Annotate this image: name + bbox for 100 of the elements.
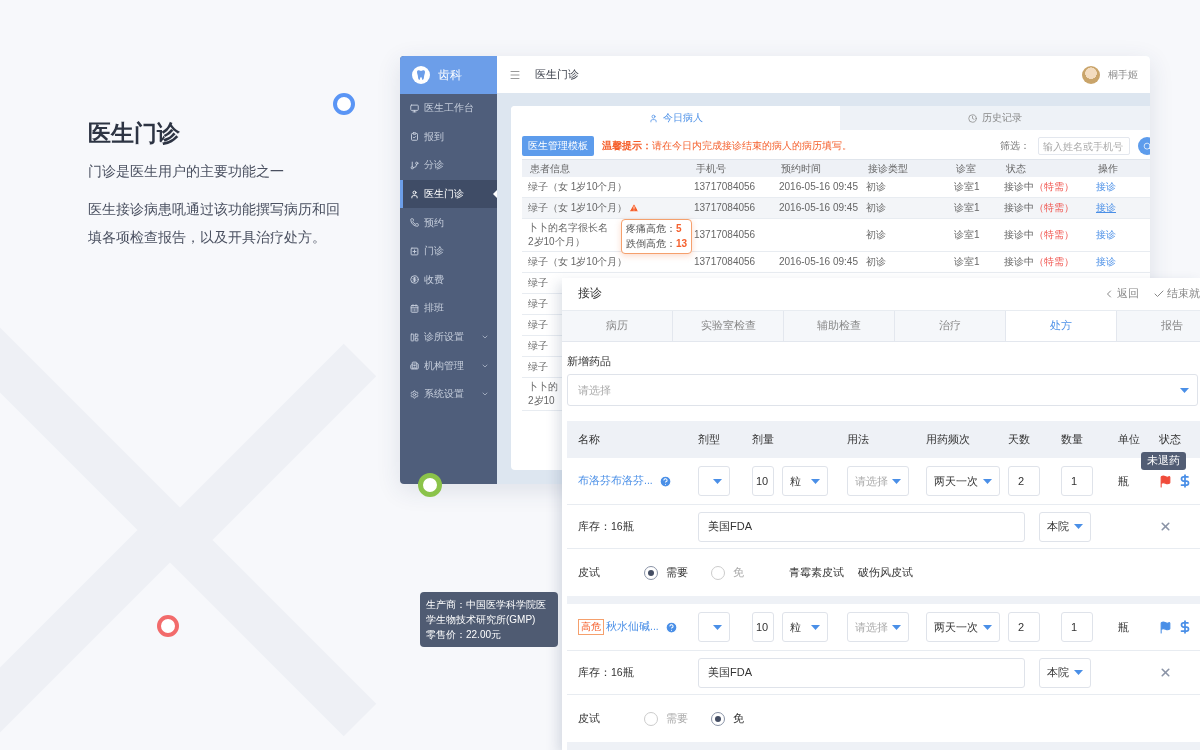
tab[interactable]: 报告: [1117, 310, 1200, 341]
person-icon: [648, 113, 658, 123]
radio-option[interactable]: 需要: [644, 711, 711, 726]
patient-name: 绿子: [528, 360, 548, 374]
close-icon[interactable]: [1159, 520, 1172, 533]
sidebar-item[interactable]: 系统设置: [400, 379, 497, 409]
drug-name-link[interactable]: 布洛芬布洛芬...: [578, 474, 653, 488]
sidebar-item[interactable]: 诊所设置: [400, 322, 497, 352]
column-header: 预约时间: [773, 159, 860, 177]
sidebar-item[interactable]: 门诊: [400, 236, 497, 266]
patient-name: 卜卜的 2岁10: [528, 380, 558, 408]
admit-link[interactable]: 接诊: [1096, 180, 1116, 194]
dose-unit-select[interactable]: 粒: [782, 466, 828, 496]
clock-icon: [968, 113, 977, 123]
tab[interactable]: 病历: [562, 310, 673, 341]
sidebar-item[interactable]: 报到: [400, 122, 497, 152]
admit-link[interactable]: 接诊: [1096, 255, 1116, 269]
table-cell: 2016-05-16 09:45: [779, 180, 858, 194]
unit-text: 瓶: [1118, 473, 1129, 489]
tab[interactable]: 历史记录: [840, 106, 1150, 130]
status-text: 接诊中（特需）: [1004, 180, 1074, 194]
dosage-form-select[interactable]: [698, 612, 730, 642]
field-label: 新增药品: [567, 354, 612, 369]
ring-decoration: [418, 473, 442, 497]
patient-name: 绿子: [528, 339, 548, 353]
drug-name-link[interactable]: 秋水仙碱...: [606, 620, 659, 634]
caret-icon: [983, 624, 992, 630]
origin-field[interactable]: 美国FDA: [698, 511, 1025, 542]
sidebar-item[interactable]: 医生工作台: [400, 94, 497, 123]
table-cell: 诊室1: [954, 201, 980, 215]
caret-icon: [1180, 387, 1189, 393]
caret-icon: [1074, 524, 1083, 529]
tab[interactable]: 实验室检查: [673, 310, 784, 341]
days-field[interactable]: 2: [1008, 612, 1040, 642]
origin-field[interactable]: 美国FDA: [698, 657, 1025, 688]
column-header: 剂型: [687, 421, 741, 458]
search-field[interactable]: 输入姓名或手机号: [1038, 137, 1130, 155]
menu-icon[interactable]: [509, 68, 521, 81]
days-field[interactable]: 2: [1008, 466, 1040, 496]
column-header: 手机号: [688, 159, 773, 177]
table-cell: 诊室1: [954, 180, 980, 194]
dose-field[interactable]: 10: [752, 466, 774, 496]
sidebar-item[interactable]: 排班: [400, 294, 497, 323]
sidebar-item[interactable]: 机构管理: [400, 351, 497, 380]
sidebar-item[interactable]: 分诊: [400, 151, 497, 180]
tab[interactable]: 辅助检查: [784, 310, 895, 341]
flag-icon[interactable]: [1159, 620, 1172, 634]
quantity-field[interactable]: 1: [1061, 612, 1093, 642]
dollar-icon[interactable]: [1178, 620, 1192, 634]
dosage-form-select[interactable]: [698, 466, 730, 496]
radio-option[interactable]: 需要: [644, 565, 711, 580]
status-text: 接诊中（特需）: [1004, 228, 1074, 242]
quantity-field[interactable]: 1: [1061, 466, 1093, 496]
intro-text: 医生接诊病患吼通过该功能撰写病历和回填各项检查报告，以及开具治疗处方。: [88, 200, 341, 247]
dose-field[interactable]: 10: [752, 612, 774, 642]
back-button[interactable]: 返回: [1103, 286, 1139, 301]
radio-option[interactable]: 免: [711, 565, 778, 580]
frequency-select[interactable]: 两天一次: [926, 466, 1000, 496]
caret-icon: [713, 624, 722, 630]
caret-icon: [892, 624, 901, 630]
table-cell: 13717084056: [694, 228, 756, 242]
sidebar-item[interactable]: 收费: [400, 265, 497, 295]
column-header: 操作: [1090, 159, 1150, 177]
finish-button[interactable]: 结束就: [1153, 286, 1200, 301]
close-icon[interactable]: [1159, 666, 1172, 679]
user-name: 桐手姬: [1108, 67, 1138, 82]
sidebar-item[interactable]: 医生门诊: [400, 179, 497, 209]
template-button[interactable]: 医生管理模板: [522, 136, 594, 156]
user-avatar[interactable]: [1082, 65, 1100, 84]
price-text: 零售价：22.00元: [426, 628, 503, 642]
notice-text: 温馨提示：请在今日内完成接诊结束的病人的病历填写。: [602, 139, 853, 153]
stock-text: 库存：16瓶: [578, 665, 635, 680]
usage-select[interactable]: 请选择: [847, 466, 909, 496]
unit-text: 瓶: [1118, 619, 1129, 635]
caret-icon: [1074, 670, 1083, 675]
source-select[interactable]: 本院: [1039, 511, 1091, 542]
caret-icon: [983, 478, 992, 484]
intro-title: 医生门诊: [88, 119, 181, 148]
stock-text: 库存：16瓶: [578, 519, 635, 534]
caret-icon: [892, 478, 901, 484]
sidebar-item[interactable]: 预约: [400, 208, 497, 237]
test-name: 青霉素皮试: [789, 565, 844, 580]
radio-option[interactable]: 免: [711, 711, 778, 726]
frequency-select[interactable]: 两天一次: [926, 612, 1000, 642]
patient-name: 绿子（女 1岁10个月）: [528, 180, 628, 194]
help-icon[interactable]: [658, 474, 672, 488]
dollar-icon[interactable]: [1178, 474, 1192, 488]
usage-select[interactable]: 请选择: [847, 612, 909, 642]
help-icon[interactable]: [664, 620, 678, 634]
flag-icon[interactable]: [1159, 474, 1172, 488]
admit-link[interactable]: 接诊: [1096, 228, 1116, 242]
tab[interactable]: 处方: [1006, 310, 1117, 341]
column-header: 诊室: [948, 159, 998, 177]
panel-icon: [410, 332, 419, 342]
source-select[interactable]: 本院: [1039, 657, 1091, 688]
dose-unit-select[interactable]: 粒: [782, 612, 828, 642]
table-cell: 13717084056: [694, 180, 756, 194]
drug-select[interactable]: 请选择: [567, 374, 1198, 406]
dialog-title: 接诊: [578, 285, 603, 303]
column-header: 天数: [997, 421, 1050, 458]
